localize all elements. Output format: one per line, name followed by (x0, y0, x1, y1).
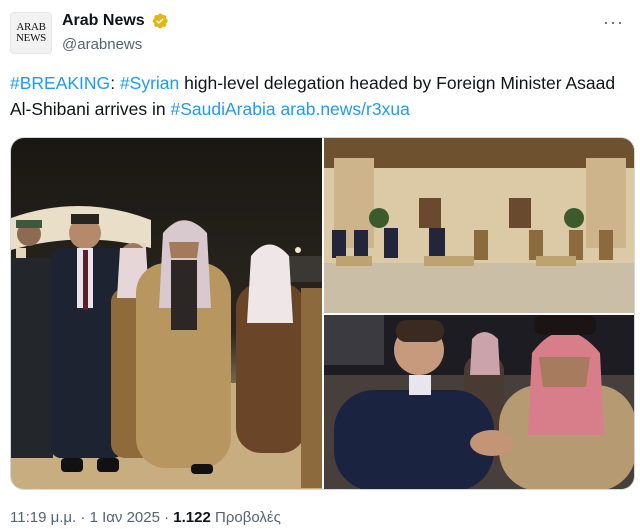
hashtag-breaking-link[interactable]: #BREAKING (10, 73, 110, 93)
verified-badge-icon (152, 13, 168, 29)
name-row: Arab News (62, 12, 169, 30)
photo-handshake[interactable] (324, 315, 634, 489)
media-grid (10, 137, 635, 490)
photo-delegation-walking[interactable] (11, 138, 322, 489)
more-options-icon[interactable]: ··· (603, 12, 624, 33)
meta-separator-2: · (159, 509, 174, 526)
avatar-text-line2: NEWS (16, 32, 46, 44)
article-link[interactable]: arab.news/r3xua (280, 99, 409, 119)
views-count: 1.122 (173, 509, 211, 526)
photo-3-illustration (324, 315, 634, 489)
tweet-meta: 11:19 μ.μ. · 1 Ιαν 2025 · 1.122 Προβολές (10, 509, 281, 526)
hashtag-saudiarabia-link[interactable]: #SaudiArabia (170, 99, 275, 119)
views-label: Προβολές (215, 509, 281, 526)
account-handle[interactable]: @arabnews (62, 36, 142, 53)
photo-1-illustration (11, 205, 322, 489)
display-name[interactable]: Arab News (62, 12, 145, 30)
photo-2-illustration (324, 138, 634, 313)
tweet-header: ARAB NEWS Arab News @arabnews ··· (10, 8, 630, 58)
tweet-time[interactable]: 11:19 μ.μ. (10, 509, 76, 526)
photo-reception-hall[interactable] (324, 138, 634, 313)
tweet-text: #BREAKING: #Syrian high-level delegation… (10, 70, 630, 122)
hashtag-syrian-link[interactable]: #Syrian (120, 73, 179, 93)
meta-separator: · (76, 509, 90, 526)
tweet-date[interactable]: 1 Ιαν 2025 (90, 509, 160, 526)
avatar[interactable]: ARAB NEWS (10, 12, 52, 54)
tweet-text-colon: : (110, 73, 116, 93)
